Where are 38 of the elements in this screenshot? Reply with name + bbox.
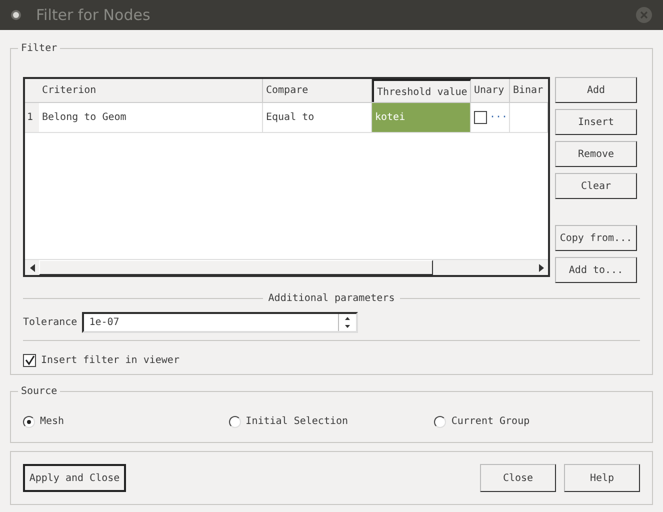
radio-button[interactable] bbox=[228, 416, 241, 428]
spin-down-icon[interactable] bbox=[345, 325, 350, 328]
radio-label: Mesh bbox=[40, 415, 64, 429]
horizontal-scrollbar[interactable] bbox=[25, 259, 548, 275]
dialog-button[interactable]: Close bbox=[480, 464, 556, 492]
column-header[interactable]: Unary bbox=[471, 79, 510, 102]
action-button[interactable]: Copy from... bbox=[555, 225, 637, 251]
radio-button[interactable] bbox=[23, 416, 35, 428]
scroll-left-icon[interactable] bbox=[30, 264, 34, 272]
action-button[interactable]: Add to... bbox=[555, 257, 637, 283]
dialog-button[interactable]: Apply and Close bbox=[23, 464, 126, 492]
checkbox[interactable] bbox=[23, 354, 36, 367]
more-button[interactable]: ··· bbox=[490, 110, 508, 125]
table-cell[interactable]: Belong to Geom bbox=[39, 103, 263, 132]
dialog-button[interactable]: Help bbox=[564, 464, 640, 492]
radio-label: Current Group bbox=[451, 415, 530, 429]
action-button[interactable]: Remove bbox=[555, 141, 637, 167]
action-button[interactable]: Add bbox=[555, 77, 637, 103]
column-header[interactable]: Compare bbox=[263, 79, 372, 102]
checkbox[interactable] bbox=[474, 111, 487, 124]
action-button[interactable]: Clear bbox=[555, 173, 637, 199]
column-header[interactable]: Criterion bbox=[39, 79, 263, 102]
action-button[interactable]: Insert bbox=[555, 109, 637, 135]
tolerance-field[interactable]: 1e-07 bbox=[87, 314, 338, 331]
checkmark-icon bbox=[24, 355, 35, 366]
spin-box[interactable]: 1e-07 bbox=[82, 312, 358, 333]
radio-label: Initial Selection bbox=[246, 415, 348, 429]
radio-dot-icon bbox=[27, 420, 31, 424]
section-title: Additional parameters bbox=[268, 292, 395, 306]
radio-button[interactable] bbox=[434, 416, 446, 428]
window-icon[interactable] bbox=[10, 9, 22, 21]
checkbox-label: Insert filter in viewer bbox=[41, 354, 180, 368]
tolerance-label: Tolerance bbox=[23, 316, 78, 330]
spin-up-icon[interactable] bbox=[345, 316, 350, 320]
row-number: 1 bbox=[25, 103, 39, 132]
scroll-right-icon[interactable] bbox=[538, 264, 544, 272]
window-title: Filter for Nodes bbox=[36, 4, 152, 26]
scroll-thumb[interactable] bbox=[39, 260, 433, 275]
